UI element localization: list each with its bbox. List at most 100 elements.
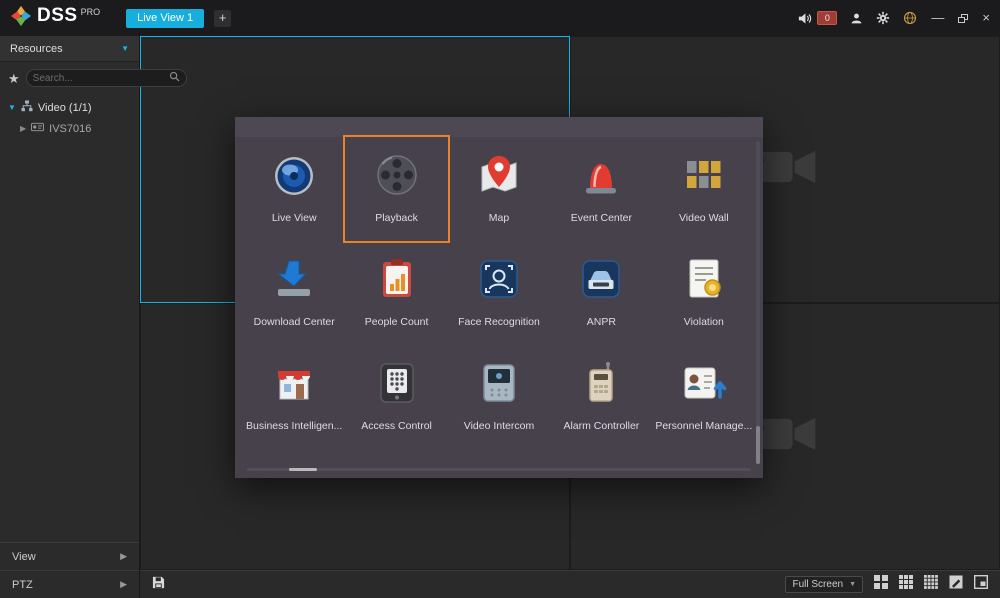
- app-tile-label: People Count: [365, 316, 429, 328]
- app-tile-label: Video Wall: [679, 212, 729, 224]
- dss-logo-icon: [10, 5, 32, 32]
- app-tile-alarm-controller[interactable]: Alarm Controller: [550, 345, 652, 449]
- fullscreen-toggle-icon[interactable]: [974, 575, 988, 594]
- settings-gear-icon[interactable]: [876, 11, 890, 25]
- app-menu-grid: Live View Playback: [235, 137, 763, 449]
- tree-node-device[interactable]: ▶ IVS7016: [0, 118, 139, 139]
- playback-icon: [373, 151, 421, 199]
- device-tree: ▼ Video (1/1) ▶: [0, 97, 139, 139]
- tab-live-view-1[interactable]: Live View 1: [126, 9, 204, 28]
- add-tab-button[interactable]: +: [214, 10, 231, 27]
- expand-caret-icon[interactable]: ▼: [8, 103, 16, 112]
- split-9-icon[interactable]: [899, 575, 913, 594]
- app-tile-playback[interactable]: Playback: [345, 137, 447, 241]
- statusbar-right-cluster: Full Screen ▼: [785, 575, 988, 594]
- download-center-icon: [270, 255, 318, 303]
- close-button[interactable]: ×: [982, 11, 990, 25]
- alarm-count-badge[interactable]: 0: [817, 11, 837, 25]
- network-globe-icon[interactable]: [903, 11, 917, 25]
- app-tile-label: Live View: [272, 212, 317, 224]
- search-input[interactable]: [33, 73, 165, 84]
- screen-mode-dropdown[interactable]: Full Screen ▼: [785, 576, 863, 593]
- app-tile-people-count[interactable]: People Count: [345, 241, 447, 345]
- app-tile-label: Business Intelligen...: [246, 420, 342, 432]
- app-tile-face-recognition[interactable]: Face Recognition: [448, 241, 550, 345]
- app-tile-label: ANPR: [587, 316, 616, 328]
- favorites-star-icon[interactable]: ★: [8, 72, 20, 85]
- maximize-button[interactable]: [958, 14, 968, 23]
- tree-node-video[interactable]: ▼ Video (1/1): [0, 97, 139, 118]
- horizontal-scroll-thumb[interactable]: [289, 468, 317, 471]
- event-center-icon: [577, 151, 625, 199]
- user-icon[interactable]: [850, 12, 863, 25]
- app-tile-business-intelligence[interactable]: Business Intelligen...: [243, 345, 345, 449]
- split-16-icon[interactable]: [924, 575, 938, 594]
- view-panel-toggle[interactable]: View ▶: [0, 542, 139, 570]
- app-tile-label: Map: [489, 212, 509, 224]
- app-tile-label: Violation: [684, 316, 724, 328]
- titlebar-right-cluster: 0: [784, 11, 990, 26]
- video-group-icon: [21, 100, 33, 115]
- dss-client-window: DSS PRO Live View 1 + 0: [0, 0, 1000, 598]
- ptz-panel-arrow-icon: ▶: [120, 579, 127, 590]
- resources-caret-icon: ▼: [121, 44, 129, 53]
- dropdown-caret-icon: ▼: [849, 581, 856, 588]
- app-tile-map[interactable]: Map: [448, 137, 550, 241]
- app-tile-label: Event Center: [571, 212, 632, 224]
- app-tile-label: Download Center: [254, 316, 335, 328]
- violation-icon: [680, 255, 728, 303]
- personnel-management-icon: [680, 359, 728, 407]
- resources-header-label: Resources: [10, 43, 63, 55]
- app-tile-access-control[interactable]: Access Control: [345, 345, 447, 449]
- app-tile-label: Access Control: [361, 420, 432, 432]
- app-tile-event-center[interactable]: Event Center: [550, 137, 652, 241]
- app-tile-download-center[interactable]: Download Center: [243, 241, 345, 345]
- app-menu-dialog: Live View Playback: [235, 117, 763, 478]
- app-menu-vertical-scrollbar[interactable]: [756, 141, 760, 464]
- access-control-icon: [373, 359, 421, 407]
- split-4-icon[interactable]: [874, 575, 888, 594]
- minimize-button[interactable]: —: [931, 11, 944, 25]
- face-recognition-icon: [475, 255, 523, 303]
- video-intercom-icon: [475, 359, 523, 407]
- app-menu-horizontal-scrollbar[interactable]: [247, 468, 751, 471]
- people-count-icon: [373, 255, 421, 303]
- collapse-caret-icon[interactable]: ▶: [20, 124, 26, 133]
- view-panel-label: View: [12, 551, 36, 563]
- app-tile-live-view[interactable]: Live View: [243, 137, 345, 241]
- app-tile-label: Face Recognition: [458, 316, 540, 328]
- app-tile-video-intercom[interactable]: Video Intercom: [448, 345, 550, 449]
- device-icon: [31, 122, 44, 135]
- resources-header[interactable]: Resources ▼: [0, 36, 139, 62]
- ptz-panel-toggle[interactable]: PTZ ▶: [0, 570, 139, 598]
- live-view-icon: [270, 151, 318, 199]
- save-view-icon[interactable]: [152, 576, 165, 594]
- resources-sidebar: Resources ▼ ★ ▼: [0, 36, 140, 598]
- custom-split-icon[interactable]: [949, 575, 963, 594]
- titlebar: DSS PRO Live View 1 + 0: [0, 0, 1000, 36]
- app-tile-label: Playback: [375, 212, 418, 224]
- app-tile-personnel-management[interactable]: Personnel Manage...: [653, 345, 755, 449]
- map-icon: [475, 151, 523, 199]
- alarm-sound-icon[interactable]: [797, 11, 812, 26]
- screen-mode-value: Full Screen: [792, 579, 843, 590]
- ptz-panel-label: PTZ: [12, 579, 33, 591]
- view-panel-arrow-icon: ▶: [120, 551, 127, 562]
- app-logo: DSS PRO: [10, 5, 100, 32]
- search-box: [26, 69, 187, 87]
- app-tile-violation[interactable]: Violation: [653, 241, 755, 345]
- video-wall-icon: [680, 151, 728, 199]
- app-menu-header: [235, 117, 763, 137]
- app-tile-video-wall[interactable]: Video Wall: [653, 137, 755, 241]
- vertical-scroll-thumb[interactable]: [756, 426, 760, 464]
- statusbar: Full Screen ▼: [140, 570, 1000, 598]
- tree-node-video-label: Video (1/1): [38, 102, 92, 114]
- search-icon[interactable]: [169, 69, 180, 87]
- app-tile-anpr[interactable]: ANPR: [550, 241, 652, 345]
- tree-node-device-label: IVS7016: [49, 123, 91, 135]
- search-row: ★: [0, 62, 139, 93]
- alarm-controller-icon: [577, 359, 625, 407]
- app-name: DSS: [37, 5, 78, 27]
- business-intelligence-icon: [270, 359, 318, 407]
- sidebar-bottom-panels: View ▶ PTZ ▶: [0, 542, 139, 598]
